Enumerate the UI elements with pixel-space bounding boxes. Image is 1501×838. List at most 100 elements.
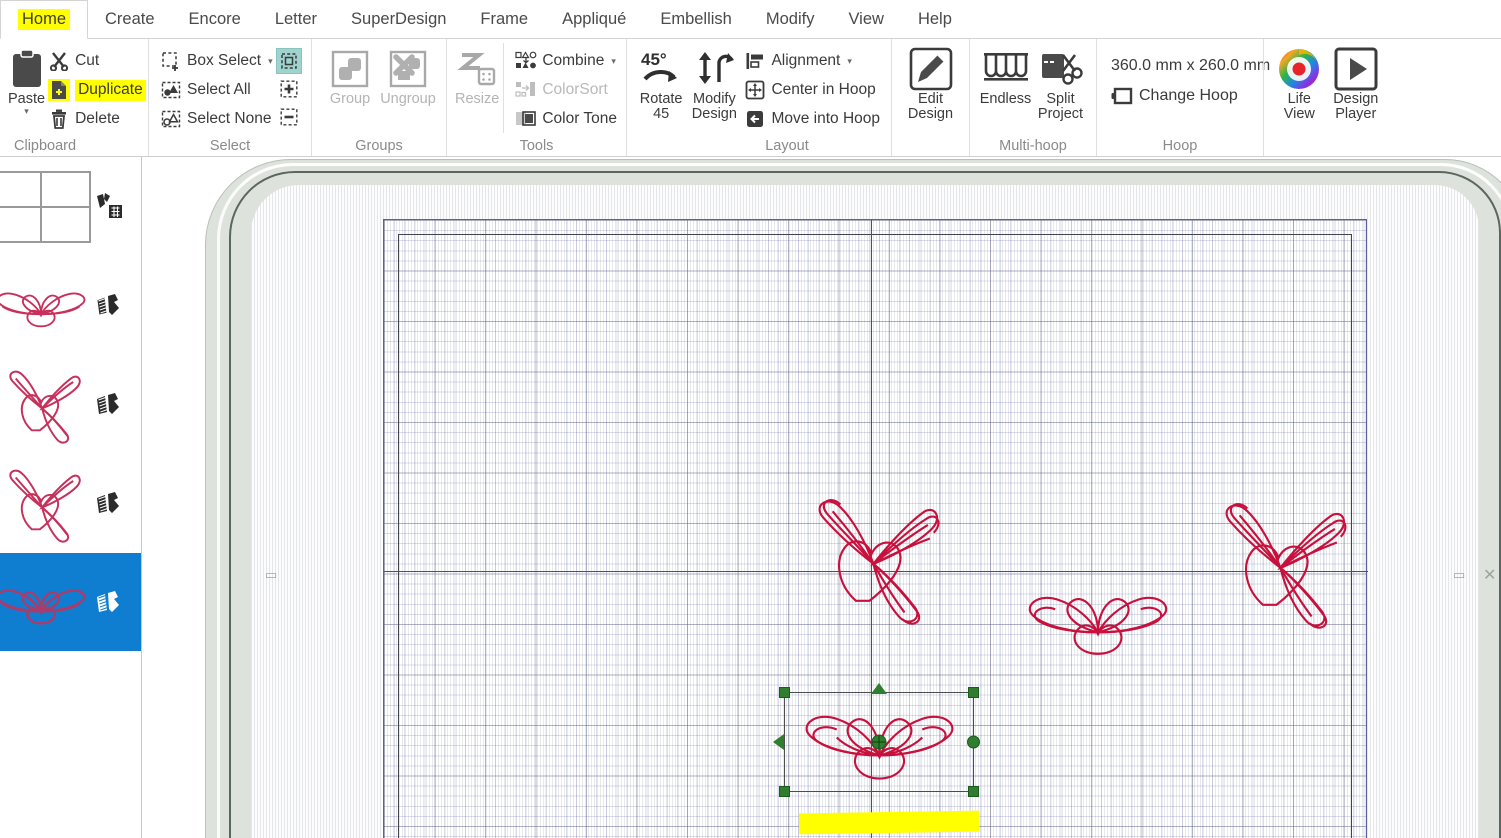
edit-design-button[interactable]: Edit Design xyxy=(900,43,961,122)
design-thumbnail-flower xyxy=(0,256,96,355)
layout-group-label: Layout xyxy=(765,138,809,154)
colorsort-button: ColorSort xyxy=(512,76,620,104)
flip-horizontal-handle[interactable] xyxy=(773,734,784,750)
menu-tab-frame-label: Frame xyxy=(480,9,529,28)
box-select-dropdown-caret-icon[interactable]: ▾ xyxy=(268,56,273,67)
paste-dropdown-caret-icon[interactable]: ▾ xyxy=(24,106,29,115)
combine-label: Combine xyxy=(542,52,605,69)
sidebar-item-design-thumb-corner-2[interactable] xyxy=(0,454,141,553)
design-stitch-badge-icon xyxy=(94,587,124,617)
cut-button[interactable]: Cut xyxy=(45,47,149,75)
sidebar-item-design-thumb-grid[interactable] xyxy=(0,157,141,256)
design-thumbnail-corner-2 xyxy=(0,454,96,553)
design-corner-left[interactable] xyxy=(784,478,959,638)
menu-tab-home-label: Home xyxy=(18,9,71,30)
menu-tab-home[interactable]: Home xyxy=(0,0,89,39)
select-all-button[interactable]: Select All xyxy=(157,76,276,104)
menu-tab-superdesign-label: SuperDesign xyxy=(351,9,447,28)
resize-handle-top-right[interactable] xyxy=(968,687,979,698)
box-select-toggle-icon[interactable] xyxy=(275,48,302,74)
menu-tab-applique[interactable]: Appliqué xyxy=(545,0,643,38)
modify-design-label-line2: Design xyxy=(691,105,737,122)
menu-tab-create-label: Create xyxy=(105,9,155,28)
edit-design-group-label xyxy=(900,136,961,156)
menu-tab-encore-label: Encore xyxy=(188,9,241,28)
select-all-icon xyxy=(160,79,182,101)
color-tone-icon xyxy=(515,108,537,130)
combine-button[interactable]: Combine ▾ xyxy=(512,47,620,75)
menu-tab-encore[interactable]: Encore xyxy=(172,0,258,38)
design-canvas[interactable]: ▭ ▭ ✕ xyxy=(143,157,1501,838)
menu-tab-letter[interactable]: Letter xyxy=(258,0,334,38)
design-flower-center[interactable] xyxy=(999,570,1197,668)
move-into-hoop-label: Move into Hoop xyxy=(771,110,880,127)
rotate-45-button[interactable]: 45° Rotate 45 xyxy=(635,43,687,122)
design-thumbnail-flower-selected xyxy=(0,553,96,652)
modify-design-button[interactable]: Modify Design xyxy=(687,43,741,122)
select-all-label: Select All xyxy=(187,81,251,98)
ungroup-button: Ungroup xyxy=(379,43,437,107)
move-into-hoop-button[interactable]: Move into Hoop xyxy=(741,105,883,133)
menu-tab-embellish[interactable]: Embellish xyxy=(643,0,749,38)
ribbon-group-layout: 45° Rotate 45 Modify Design Alignment ▾ … xyxy=(626,39,891,156)
menu-tab-superdesign[interactable]: SuperDesign xyxy=(334,0,463,38)
edit-design-label-line1: Edit xyxy=(918,91,943,107)
alignment-dropdown-caret-icon[interactable]: ▾ xyxy=(847,56,852,67)
design-player-button[interactable]: Design Player xyxy=(1327,43,1385,122)
resize-label: Resize xyxy=(455,91,500,107)
paste-button[interactable]: Paste ▾ xyxy=(8,43,45,115)
menu-tab-view[interactable]: View xyxy=(831,0,900,38)
menu-tab-create[interactable]: Create xyxy=(88,0,172,38)
ribbon-group-clipboard: Paste ▾ Cut Duplicate Delete Clipboard xyxy=(0,39,148,156)
hoop-tension-screw-icon: ✕ xyxy=(1483,567,1497,584)
select-modifier-icons xyxy=(275,43,302,130)
design-player-label-line2: Player xyxy=(1335,105,1377,122)
move-center-handle[interactable] xyxy=(871,734,887,750)
add-to-selection-icon[interactable] xyxy=(276,76,302,102)
duplicate-button[interactable]: Duplicate xyxy=(45,76,149,104)
alignment-icon xyxy=(744,50,766,72)
color-tone-button[interactable]: Color Tone xyxy=(512,105,620,133)
combine-dropdown-caret-icon[interactable]: ▾ xyxy=(611,56,616,67)
menu-tab-help[interactable]: Help xyxy=(901,0,969,38)
view-tools-group-label xyxy=(1272,136,1385,156)
endless-label: Endless xyxy=(979,91,1032,107)
select-none-button[interactable]: Select None xyxy=(157,105,276,133)
center-in-hoop-button[interactable]: Center in Hoop xyxy=(741,76,883,104)
delete-label: Delete xyxy=(75,110,120,127)
sidebar-item-design-thumb-flower[interactable] xyxy=(0,256,141,355)
hoop-left-clip-icon: ▭ xyxy=(265,567,278,582)
delete-button[interactable]: Delete xyxy=(45,105,149,133)
change-hoop-button[interactable]: Change Hoop xyxy=(1105,75,1246,107)
box-select-button[interactable]: Box Select ▾ xyxy=(157,47,276,75)
resize-handle-bottom-left[interactable] xyxy=(779,786,790,797)
rotate-45-label-line2: 45 xyxy=(653,105,670,122)
change-hoop-label: Change Hoop xyxy=(1139,87,1238,104)
design-list-sidebar[interactable] xyxy=(0,157,142,838)
tools-commands: Combine ▾ ColorSort Color Tone xyxy=(503,43,620,133)
flip-vertical-handle[interactable] xyxy=(871,683,887,694)
sidebar-item-design-thumb-flower-selected[interactable] xyxy=(0,553,141,652)
select-group-label: Select xyxy=(209,138,251,154)
alignment-button[interactable]: Alignment ▾ xyxy=(741,47,883,75)
ribbon-toolbar: Paste ▾ Cut Duplicate Delete Clipboard B… xyxy=(0,39,1501,157)
design-player-label-line1: Design xyxy=(1333,91,1379,107)
design-corner-right[interactable] xyxy=(1191,482,1366,642)
layout-commands: Alignment ▾ Center in Hoop Move into Hoo… xyxy=(741,43,883,133)
resize-handle-top-left[interactable] xyxy=(779,687,790,698)
split-project-label-line2: Project xyxy=(1037,105,1084,122)
selection-bounding-box[interactable] xyxy=(773,683,980,797)
remove-from-selection-icon[interactable] xyxy=(276,104,302,130)
split-project-button[interactable]: Split Project xyxy=(1033,43,1088,122)
rotate-handle[interactable] xyxy=(967,735,980,749)
hoop-grid-area[interactable] xyxy=(383,219,1368,838)
endless-button[interactable]: Endless xyxy=(978,43,1033,107)
sidebar-item-design-thumb-corner-1[interactable] xyxy=(0,355,141,454)
move-into-hoop-icon xyxy=(744,108,766,130)
menu-tab-modify[interactable]: Modify xyxy=(749,0,832,38)
life-view-button[interactable]: Life View xyxy=(1272,43,1327,122)
ribbon-group-select: Box Select ▾ Select All Select None Sele… xyxy=(148,39,311,156)
resize-handle-bottom-right[interactable] xyxy=(968,786,979,797)
menu-tab-embellish-label: Embellish xyxy=(660,9,732,28)
menu-tab-frame[interactable]: Frame xyxy=(463,0,545,38)
